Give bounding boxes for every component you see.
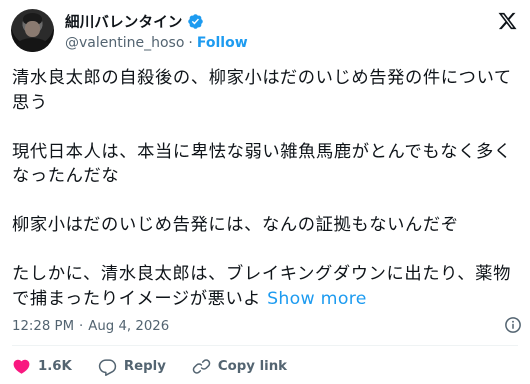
heart-icon — [13, 359, 30, 374]
show-more-link[interactable]: Show more — [267, 289, 367, 309]
tweet-actions: 1.6K Reply Copy link — [12, 355, 313, 377]
author-display-name[interactable]: 細川バレンタイン — [65, 11, 183, 32]
speech-bubble-icon — [98, 358, 117, 376]
tweet-meta: 12:28 PM · Aug 4, 2026 — [12, 316, 169, 336]
tweet-date[interactable]: Aug 4, 2026 — [88, 319, 169, 334]
tweet-paragraph: 柳家小はだのいじめ告発には、なんの証拠もないんだぞ — [12, 215, 459, 235]
reply-button[interactable]: Reply — [98, 357, 166, 376]
tweet-time[interactable]: 12:28 PM — [12, 319, 74, 334]
x-logo-icon[interactable] — [497, 11, 518, 31]
verified-badge-icon — [187, 13, 203, 29]
avatar[interactable] — [11, 9, 54, 52]
copy-link-button[interactable]: Copy link — [192, 357, 287, 376]
like-count: 1.6K — [38, 358, 72, 374]
link-icon — [192, 358, 211, 374]
tweet-text: 清水良太郎の自殺後の、柳家小はだのいじめ告発の件について思う 現代日本人は、本当… — [12, 66, 524, 311]
tweet-card: 細川バレンタイン @valentine_hoso · Follow 清水良太郎の… — [0, 0, 530, 384]
info-icon[interactable] — [504, 316, 522, 334]
tweet-paragraph-last: たしかに、清水良太郎は、ブレイキングダウンに出たり、薬物で捕まったりイメージが悪… — [12, 262, 524, 311]
author-name-row: 細川バレンタイン — [65, 11, 204, 31]
avatar-body — [15, 38, 50, 52]
author-handle[interactable]: @valentine_hoso — [65, 35, 184, 51]
separator-dot: · — [79, 318, 84, 334]
separator-dot: · — [188, 34, 193, 51]
like-button[interactable]: 1.6K — [12, 357, 72, 376]
copy-link-label: Copy link — [217, 358, 288, 374]
divider — [12, 345, 518, 346]
tweet-paragraph: 清水良太郎の自殺後の、柳家小はだのいじめ告発の件について思う — [12, 68, 512, 113]
tweet-paragraph: 現代日本人は、本当に卑怯な弱い雑魚馬鹿がとんでもなく多くなったんだな — [12, 141, 512, 187]
avatar-face — [25, 21, 40, 37]
author-handle-row: @valentine_hoso · Follow — [65, 33, 248, 52]
follow-button[interactable]: Follow — [197, 35, 248, 51]
tweet-paragraph-text: たしかに、清水良太郎は、ブレイキングダウンに出たり、薬物で捕まったりイメージが悪… — [12, 264, 511, 309]
reply-label: Reply — [123, 358, 166, 374]
